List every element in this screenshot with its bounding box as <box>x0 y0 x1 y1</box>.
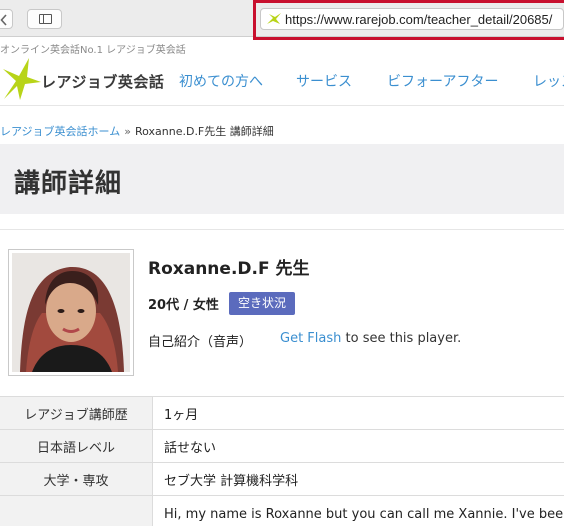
sidebar-toggle-button[interactable] <box>27 9 62 29</box>
browser-toolbar: https://www.rarejob.com/teacher_detail/2… <box>0 0 564 40</box>
detail-label-japanese-level: 日本語レベル <box>0 429 153 463</box>
table-row: レアジョブ講師歴 1ヶ月 <box>0 396 564 430</box>
site-logo[interactable]: レアジョブ英会話 <box>0 55 164 101</box>
nav-first-time[interactable]: 初めての方へ <box>179 71 263 91</box>
detail-value-japanese-level: 話せない <box>152 429 564 463</box>
detail-label-university: 大学・専攻 <box>0 462 153 496</box>
chevron-left-icon <box>0 14 7 26</box>
teacher-details-table: レアジョブ講師歴 1ヶ月 日本語レベル 話せない 大学・専攻 セブ大学 計算機科… <box>0 396 564 526</box>
detail-value-university: セブ大学 計算機科学科 <box>152 462 564 496</box>
page-title-band: 講師詳細 <box>0 144 564 214</box>
flash-notice-text: to see this player. <box>341 331 462 346</box>
logo-text: レアジョブ英会話 <box>41 73 165 91</box>
flash-notice: Get Flash to see this player. <box>280 331 461 346</box>
teacher-name: Roxanne.D.F 先生 <box>148 259 310 279</box>
self-intro-audio-label: 自己紹介（音声） <box>148 335 253 350</box>
availability-button[interactable]: 空き状況 <box>229 292 295 315</box>
table-row: Hi, my name is Roxanne but you can call … <box>0 495 564 526</box>
get-flash-link[interactable]: Get Flash <box>280 331 341 346</box>
breadcrumb-home-link[interactable]: レアジョブ英会話ホーム <box>0 125 120 138</box>
teacher-portrait-image <box>12 253 130 372</box>
detail-value-experience: 1ヶ月 <box>152 396 564 430</box>
nav-lesson[interactable]: レッス <box>533 71 564 91</box>
breadcrumb: レアジョブ英会話ホーム » Roxanne.D.F先生 講師詳細 <box>0 123 274 139</box>
nav-before-after[interactable]: ビフォーアフター <box>387 71 498 91</box>
teacher-bio-text: Hi, my name is Roxanne but you can call … <box>164 507 564 522</box>
header-divider <box>0 105 564 106</box>
detail-label-experience: レアジョブ講師歴 <box>0 396 153 430</box>
detail-value-bio: Hi, my name is Roxanne but you can call … <box>152 495 564 526</box>
table-row: 日本語レベル 話せない <box>0 429 564 463</box>
sidebar-icon <box>39 14 52 24</box>
url-text: https://www.rarejob.com/teacher_detail/2… <box>285 12 553 27</box>
teacher-photo <box>8 249 134 376</box>
table-row: 大学・専攻 セブ大学 計算機科学科 <box>0 462 564 496</box>
teacher-age-gender: 20代 / 女性 <box>148 298 219 313</box>
page-title: 講師詳細 <box>14 169 123 199</box>
site-tagline: オンライン英会話No.1 レアジョブ英会話 <box>0 45 186 56</box>
breadcrumb-separator: » <box>124 125 131 138</box>
detail-label-bio <box>0 495 153 526</box>
breadcrumb-current: Roxanne.D.F先生 講師詳細 <box>134 125 274 138</box>
rarejob-logo-icon <box>3 58 41 100</box>
site-favicon-icon <box>267 13 281 24</box>
section-divider <box>0 229 564 230</box>
address-bar[interactable]: https://www.rarejob.com/teacher_detail/2… <box>260 8 564 30</box>
back-button[interactable] <box>0 9 13 29</box>
nav-service[interactable]: サービス <box>296 71 352 91</box>
